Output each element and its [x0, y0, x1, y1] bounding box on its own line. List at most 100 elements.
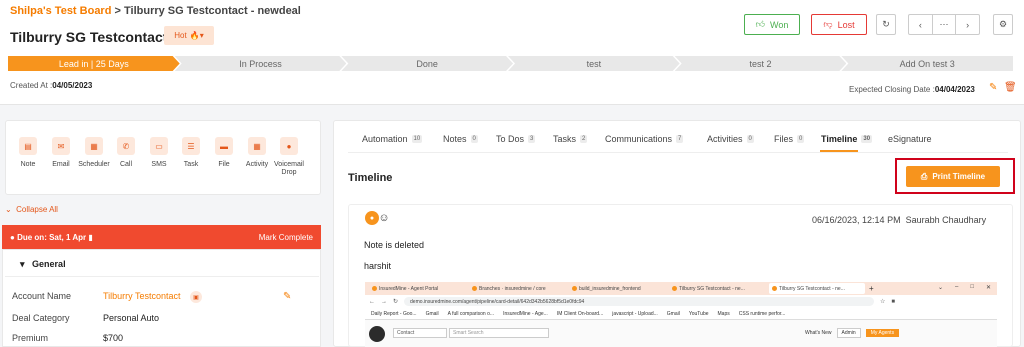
- action-label: Call: [119, 161, 133, 168]
- bookmark: InsuredMine - Age...: [503, 310, 548, 317]
- screenshot-tab: Branches · insuredmine / core: [469, 283, 565, 294]
- priority-dropdown[interactable]: Hot 🔥▾: [164, 26, 214, 45]
- printer-icon: ⎙: [920, 171, 928, 181]
- more-icon[interactable]: ⋯: [933, 15, 957, 34]
- gear-icon: ⚙: [998, 19, 1008, 29]
- extension-icon: ■: [891, 298, 896, 305]
- action-note[interactable]: ▤ Note: [11, 137, 45, 169]
- screenshot-search: Smart Search: [449, 328, 549, 338]
- pipeline-stage[interactable]: Done: [341, 56, 513, 71]
- app-logo-icon: [369, 326, 385, 342]
- tab-count: 0: [797, 135, 805, 143]
- trash-icon[interactable]: ▮: [88, 233, 92, 242]
- breadcrumb-board-link[interactable]: Shilpa's Test Board: [10, 5, 111, 17]
- email-icon: ✉: [52, 137, 70, 155]
- alert-icon: ●: [10, 232, 15, 242]
- action-label: Note: [20, 161, 36, 168]
- screenshot-tab-label: Tilburry SG Testcontact - ne...: [779, 285, 845, 292]
- field-value-deal-category: Personal Auto: [103, 313, 160, 323]
- action-activity[interactable]: ▦ Activity: [240, 137, 274, 169]
- delete-icon[interactable]: 🗑︎: [1004, 82, 1017, 93]
- tabs-divider: [348, 152, 1008, 153]
- tab-activities[interactable]: Activities 0: [707, 134, 754, 144]
- field-label-premium: Premium: [12, 333, 49, 343]
- section-divider: [5, 276, 319, 277]
- bookmark: IM Client On-board...: [556, 310, 604, 317]
- action-email[interactable]: ✉ Email: [44, 137, 78, 169]
- bookmark: Maps: [717, 310, 730, 317]
- closing-label: Expected Closing Date :: [849, 85, 935, 94]
- action-task[interactable]: ☰ Task: [174, 137, 208, 169]
- created-value: 04/05/2023: [52, 81, 93, 90]
- lost-button[interactable]: 👎︎ Lost: [811, 14, 867, 35]
- tab-notes[interactable]: Notes 0: [443, 134, 478, 144]
- previous-icon[interactable]: ‹: [909, 15, 933, 34]
- bookmark: CSS runtime perfor...: [738, 310, 786, 317]
- tab-esignature[interactable]: eSignature: [888, 134, 932, 144]
- pipeline-stage[interactable]: In Process: [175, 56, 347, 71]
- screenshot-tab-label: Branches · insuredmine / core: [479, 285, 546, 292]
- back-icon: ←: [369, 298, 375, 305]
- reload-icon: ↻: [393, 299, 399, 305]
- bookmark: javascript - Upload...: [612, 310, 658, 317]
- tab-timeline[interactable]: Timeline 30: [821, 134, 873, 144]
- refresh-icon: ↻: [882, 19, 890, 29]
- close-icon: ✕: [985, 285, 991, 291]
- screenshot-admin-select: Admin: [836, 328, 861, 338]
- tab-count: 30: [861, 135, 873, 143]
- tab-count: 0: [470, 135, 478, 143]
- action-call[interactable]: ✆ Call: [109, 137, 143, 169]
- settings-button[interactable]: ⚙: [993, 14, 1013, 35]
- general-label: General: [32, 259, 66, 269]
- attached-screenshot[interactable]: InsuredMine - Agent Portal Branches · in…: [365, 282, 997, 347]
- tab-todos[interactable]: To Dos 3: [496, 134, 536, 144]
- record-navigation: ‹ ⋯ ›: [908, 14, 980, 35]
- tab-automation[interactable]: Automation 10: [362, 134, 423, 144]
- print-timeline-button[interactable]: ⎙ Print Timeline: [906, 166, 1000, 187]
- collapse-all-toggle[interactable]: ⌄ Collapse All: [5, 205, 58, 214]
- closing-date: Expected Closing Date :04/04/2023: [849, 85, 975, 94]
- tab-communications[interactable]: Communications 7: [605, 134, 684, 144]
- action-voicemail-drop[interactable]: ● Voicemail Drop: [272, 137, 306, 177]
- screenshot-my-agents: My Agents: [865, 329, 900, 337]
- minimize-icon: –: [955, 284, 959, 290]
- general-section-toggle[interactable]: ▾ General: [20, 259, 66, 270]
- bookmark: Daily Report - Goo...: [371, 310, 417, 317]
- action-file[interactable]: ▬ File: [207, 137, 241, 169]
- entry-text-line: harshit: [364, 261, 392, 271]
- pipeline-stage[interactable]: test 2: [675, 56, 847, 71]
- active-tab-indicator: [820, 150, 858, 152]
- print-timeline-label: Print Timeline: [932, 172, 986, 181]
- breadcrumb-deal: Tilburry SG Testcontact - newdeal: [124, 5, 301, 17]
- pipeline-stage[interactable]: Lead in | 25 Days: [8, 56, 180, 71]
- tab-label: Automation: [362, 134, 408, 144]
- tab-count: 0: [746, 135, 754, 143]
- screenshot-tab-label: Tilburry SG Testcontact - ne...: [679, 285, 745, 292]
- closing-value: 04/04/2023: [934, 85, 975, 94]
- screenshot-tab-strip: InsuredMine - Agent Portal Branches · in…: [365, 282, 997, 295]
- mark-complete-button[interactable]: Mark Complete: [259, 233, 313, 242]
- contact-card-icon[interactable]: ▣: [190, 291, 202, 303]
- tab-label: Files: [774, 134, 794, 144]
- entry-timestamp: 06/16/2023, 12:14 PM: [812, 215, 901, 225]
- action-sms[interactable]: ▭ SMS: [142, 137, 176, 169]
- edit-field-icon[interactable]: ✎: [283, 291, 291, 302]
- tab-files[interactable]: Files 0: [774, 134, 805, 144]
- edit-closing-date-icon[interactable]: ✎: [989, 82, 997, 93]
- chevron-down-icon: ⌄: [5, 205, 12, 214]
- restore-icon: □: [970, 284, 974, 290]
- activity-icon: ▦: [248, 137, 266, 155]
- breadcrumb: Shilpa's Test Board > Tilburry SG Testco…: [10, 5, 301, 17]
- pipeline-stage[interactable]: Add On test 3: [841, 56, 1014, 71]
- action-scheduler[interactable]: ▦ Scheduler: [77, 137, 111, 169]
- calendar-icon: ▦: [85, 137, 103, 155]
- screenshot-url-bar: demo.insuredmine.com/agent/pipeline/card…: [404, 297, 875, 306]
- screenshot-app-header: Contact Smart Search What's New Admin My…: [365, 320, 997, 347]
- next-icon[interactable]: ›: [956, 15, 979, 34]
- won-button[interactable]: 👍︎ Won: [744, 14, 800, 35]
- tab-label: Notes: [443, 134, 467, 144]
- field-value-account-name[interactable]: Tilburry Testcontact: [103, 291, 181, 301]
- tab-tasks[interactable]: Tasks 2: [553, 134, 588, 144]
- refresh-button[interactable]: ↻: [876, 14, 896, 35]
- pipeline-stage[interactable]: test: [508, 56, 680, 71]
